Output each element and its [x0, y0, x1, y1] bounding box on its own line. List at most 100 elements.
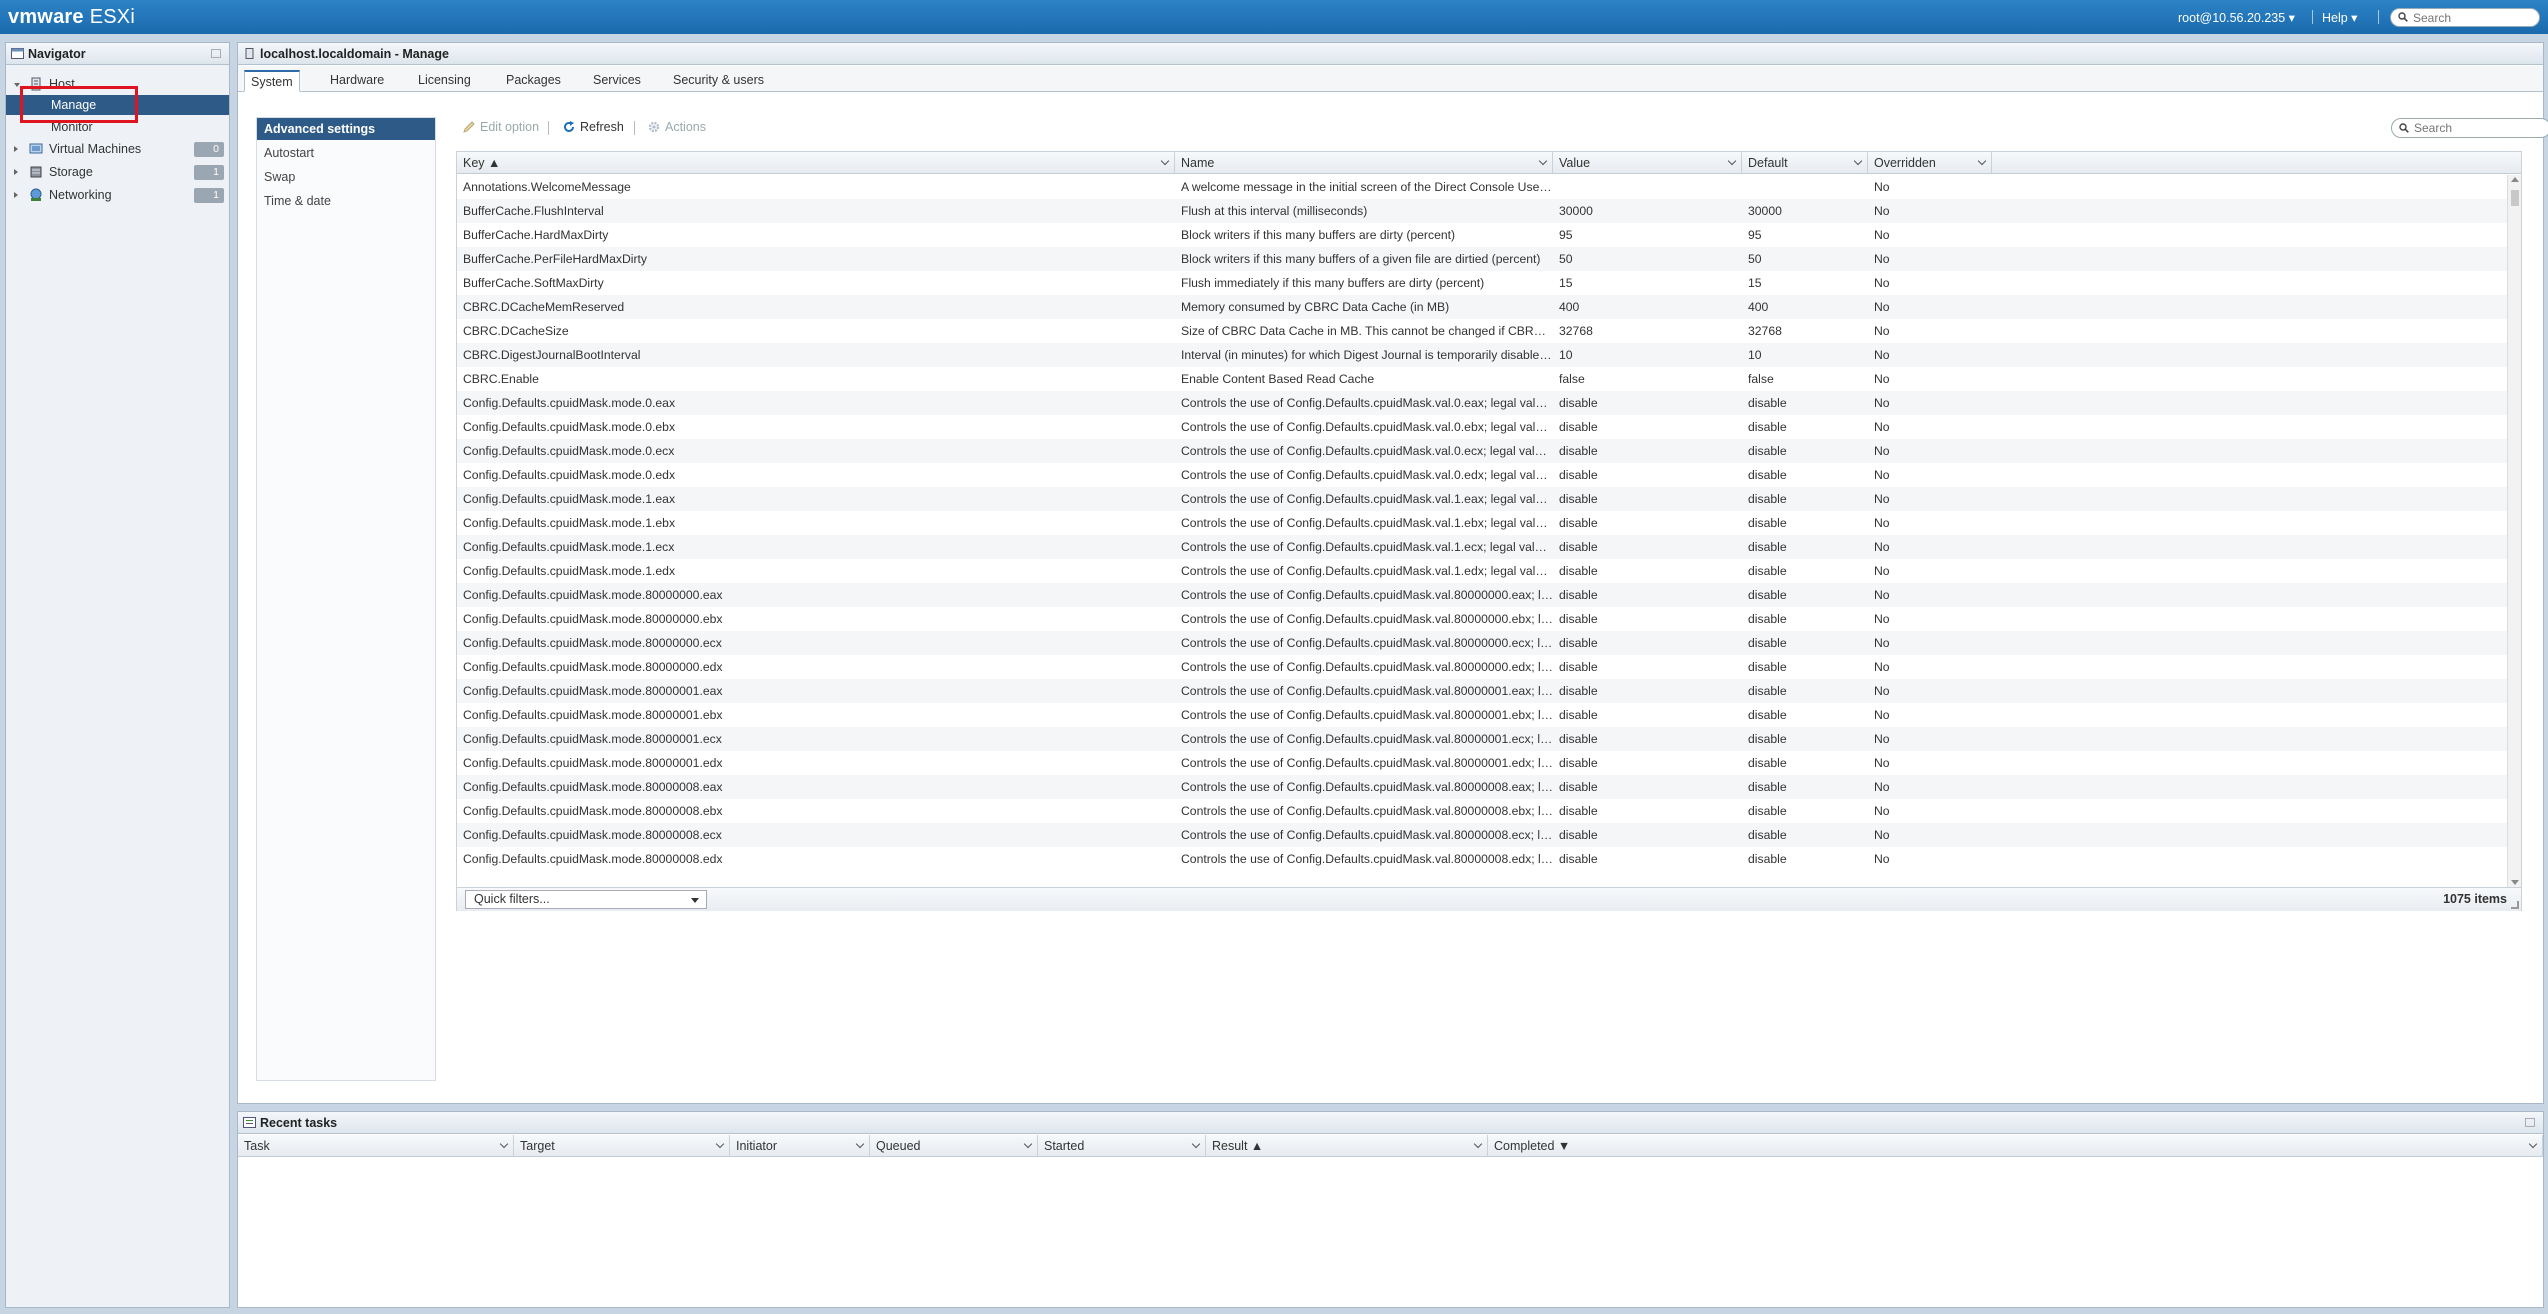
refresh-button[interactable]: Refresh: [562, 120, 624, 134]
scroll-thumb[interactable]: [2511, 190, 2519, 206]
edit-option-button[interactable]: Edit option: [462, 120, 539, 134]
quick-filters-select[interactable]: Quick filters...: [465, 890, 707, 909]
column-menu-chevron-icon[interactable]: [1977, 156, 1987, 166]
column-menu-chevron-icon[interactable]: [715, 1139, 725, 1149]
column-menu-chevron-icon[interactable]: [1538, 156, 1548, 166]
column-menu-chevron-icon[interactable]: [855, 1139, 865, 1149]
menu-swap[interactable]: Swap: [257, 166, 435, 188]
table-row[interactable]: BufferCache.PerFileHardMaxDirty Block wri…: [457, 247, 2507, 271]
table-row[interactable]: Annotations.WelcomeMessage A welcome mess…: [457, 175, 2507, 199]
tab-services[interactable]: Services: [587, 70, 647, 92]
vertical-scrollbar[interactable]: [2507, 175, 2521, 887]
tab-security-users[interactable]: Security & users: [667, 70, 770, 92]
table-row[interactable]: BufferCache.HardMaxDirty Block writers if…: [457, 223, 2507, 247]
column-header[interactable]: Key ▲: [457, 152, 1175, 174]
tasks-column-header[interactable]: Initiator: [730, 1135, 870, 1157]
tasks-column-header[interactable]: Started: [1038, 1135, 1206, 1157]
column-menu-chevron-icon[interactable]: [1023, 1139, 1033, 1149]
table-row[interactable]: Config.Defaults.cpuidMask.mode.80000001.…: [457, 727, 2507, 751]
table-row[interactable]: BufferCache.FlushInterval Flush at this i…: [457, 199, 2507, 223]
column-header[interactable]: Overridden: [1868, 152, 1992, 174]
table-row[interactable]: Config.Defaults.cpuidMask.mode.80000001.…: [457, 703, 2507, 727]
table-row[interactable]: Config.Defaults.cpuidMask.mode.80000008.…: [457, 799, 2507, 823]
column-menu-chevron-icon[interactable]: [1473, 1139, 1483, 1149]
collapse-navigator-icon[interactable]: [211, 49, 221, 58]
tasks-column-header[interactable]: Queued: [870, 1135, 1038, 1157]
table-cell: Block writers if this many buffers of a …: [1181, 252, 1541, 266]
tasks-column-header[interactable]: Completed ▼: [1488, 1135, 2543, 1157]
user-menu[interactable]: root@10.56.20.235 ▾: [2178, 10, 2295, 25]
expand-arrow-icon[interactable]: [14, 169, 18, 175]
grid-search[interactable]: [2391, 118, 2548, 138]
table-cell: Config.Defaults.cpuidMask.mode.0.ebx: [463, 420, 676, 434]
nav-virtual-machines[interactable]: Virtual Machines 0: [6, 139, 229, 159]
table-row[interactable]: Config.Defaults.cpuidMask.mode.80000001.…: [457, 751, 2507, 775]
table-row[interactable]: Config.Defaults.cpuidMask.mode.0.ecx Cont…: [457, 439, 2507, 463]
table-row[interactable]: Config.Defaults.cpuidMask.mode.0.ebx Cont…: [457, 415, 2507, 439]
table-row[interactable]: Config.Defaults.cpuidMask.mode.80000008.…: [457, 823, 2507, 847]
expand-arrow-icon[interactable]: [14, 192, 18, 198]
logo-brand: vmware: [8, 6, 84, 28]
table-row[interactable]: Config.Defaults.cpuidMask.mode.1.ebx Cont…: [457, 511, 2507, 535]
global-search-input[interactable]: [2413, 11, 2533, 25]
table-row[interactable]: Config.Defaults.cpuidMask.mode.80000000.…: [457, 607, 2507, 631]
tasks-column-header[interactable]: Task: [238, 1135, 514, 1157]
column-menu-chevron-icon[interactable]: [1853, 156, 1863, 166]
table-cell: CBRC.DCacheMemReserved: [463, 300, 625, 314]
table-row[interactable]: CBRC.DigestJournalBootInterval Interval (…: [457, 343, 2507, 367]
column-menu-chevron-icon[interactable]: [1727, 156, 1737, 166]
table-row[interactable]: Config.Defaults.cpuidMask.mode.1.edx Cont…: [457, 559, 2507, 583]
table-row[interactable]: CBRC.Enable Enable Content Based Read Cac…: [457, 367, 2507, 391]
column-menu-chevron-icon[interactable]: [1160, 156, 1170, 166]
table-row[interactable]: Config.Defaults.cpuidMask.mode.0.edx Cont…: [457, 463, 2507, 487]
global-search[interactable]: [2390, 8, 2540, 27]
actions-button[interactable]: Actions: [647, 120, 706, 134]
collapse-tasks-icon[interactable]: [2525, 1118, 2535, 1127]
tab-packages[interactable]: Packages: [500, 70, 567, 92]
nav-networking[interactable]: Networking 1: [6, 185, 229, 205]
table-row[interactable]: Config.Defaults.cpuidMask.mode.80000000.…: [457, 655, 2507, 679]
table-row[interactable]: Config.Defaults.cpuidMask.mode.0.eax Cont…: [457, 391, 2507, 415]
vmware-esxi-logo[interactable]: vmware ESXi: [8, 6, 135, 29]
table-row[interactable]: Config.Defaults.cpuidMask.mode.80000008.…: [457, 775, 2507, 799]
tasks-column-header[interactable]: Result ▲: [1206, 1135, 1488, 1157]
table-cell: 50: [1748, 252, 1762, 266]
table-row[interactable]: Config.Defaults.cpuidMask.mode.80000000.…: [457, 631, 2507, 655]
menu-advanced-settings[interactable]: Advanced settings: [257, 118, 435, 140]
table-row[interactable]: Config.Defaults.cpuidMask.mode.80000000.…: [457, 583, 2507, 607]
tab-system[interactable]: System: [244, 70, 300, 92]
tasks-column-header[interactable]: Target: [514, 1135, 730, 1157]
table-cell: No: [1874, 468, 1890, 482]
table-row[interactable]: Config.Defaults.cpuidMask.mode.80000008.…: [457, 847, 2507, 871]
menu-autostart[interactable]: Autostart: [257, 142, 435, 164]
column-menu-chevron-icon[interactable]: [1191, 1139, 1201, 1149]
table-cell: disable: [1559, 780, 1598, 794]
table-cell: No: [1874, 540, 1890, 554]
table-row[interactable]: Config.Defaults.cpuidMask.mode.1.ecx Cont…: [457, 535, 2507, 559]
table-row[interactable]: BufferCache.SoftMaxDirty Flush immediatel…: [457, 271, 2507, 295]
table-row[interactable]: CBRC.DCacheSize Size of CBRC Data Cache i…: [457, 319, 2507, 343]
tab-licensing[interactable]: Licensing: [412, 70, 477, 92]
table-cell: Controls the use of Config.Defaults.cpui…: [1181, 756, 1553, 770]
tab-hardware[interactable]: Hardware: [324, 70, 390, 92]
resize-grip-icon[interactable]: [2511, 901, 2519, 909]
menu-time-date[interactable]: Time & date: [257, 190, 435, 212]
column-menu-chevron-icon[interactable]: [499, 1139, 509, 1149]
column-header[interactable]: Value: [1553, 152, 1742, 174]
table-row[interactable]: Config.Defaults.cpuidMask.mode.80000001.…: [457, 679, 2507, 703]
table-row[interactable]: Config.Defaults.cpuidMask.mode.1.eax Cont…: [457, 487, 2507, 511]
help-menu[interactable]: Help ▾: [2322, 10, 2357, 25]
column-header[interactable]: Name: [1175, 152, 1553, 174]
table-cell: Config.Defaults.cpuidMask.mode.80000001.…: [463, 756, 723, 770]
scroll-down-icon[interactable]: [2511, 880, 2519, 885]
nav-storage[interactable]: Storage 1: [6, 162, 229, 182]
table-cell: disable: [1748, 780, 1787, 794]
column-header[interactable]: Default: [1742, 152, 1868, 174]
scroll-up-icon[interactable]: [2511, 177, 2519, 182]
grid-search-input[interactable]: [2414, 121, 2542, 135]
table-row[interactable]: CBRC.DCacheMemReserved Memory consumed by…: [457, 295, 2507, 319]
expand-arrow-icon[interactable]: [14, 146, 18, 152]
column-menu-chevron-icon[interactable]: [2528, 1139, 2538, 1149]
table-cell: Controls the use of Config.Defaults.cpui…: [1181, 732, 1553, 746]
table-cell: No: [1874, 348, 1890, 362]
